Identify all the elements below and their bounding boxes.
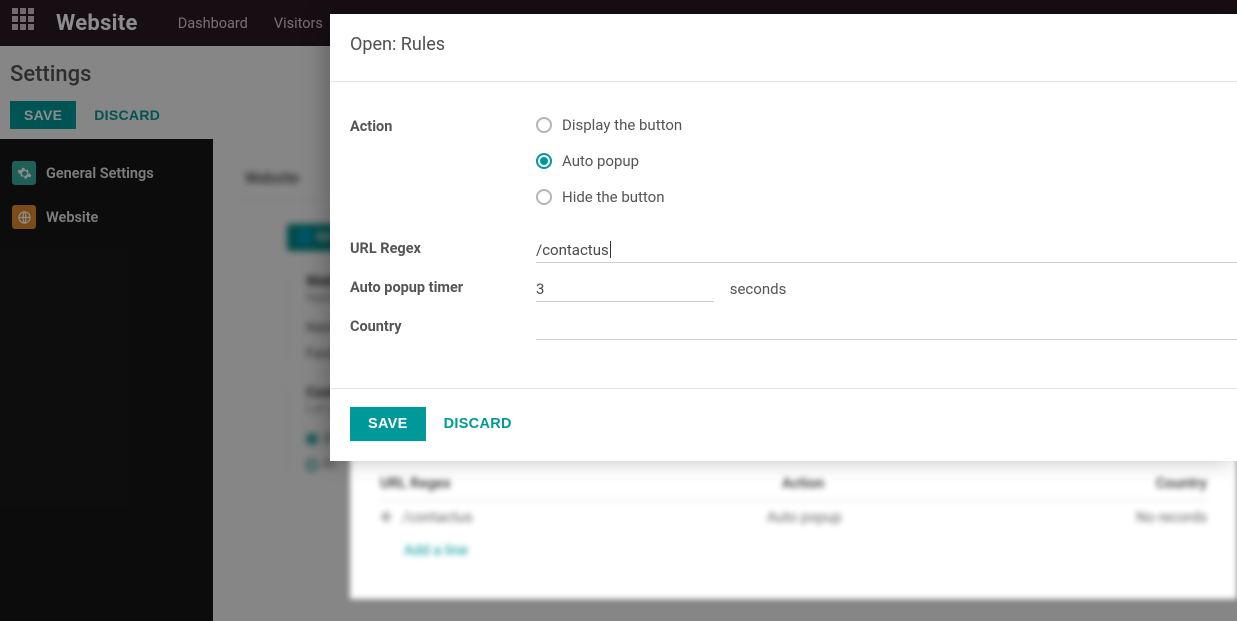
modal-save-button[interactable]: SAVE	[350, 407, 426, 441]
cell-url: /contactus	[402, 509, 472, 526]
rules-table-fragment: URL Regex Action Country ✥ /contactus Aut…	[350, 455, 1237, 599]
action-option-display[interactable]: Display the button	[536, 116, 1237, 134]
action-option-auto-popup[interactable]: Auto popup	[536, 152, 1237, 170]
option-text: Auto popup	[562, 152, 639, 170]
action-label: Action	[350, 116, 536, 135]
timer-suffix: seconds	[730, 280, 787, 298]
cell-action: Auto popup	[767, 509, 842, 526]
url-regex-label: URL Regex	[350, 238, 536, 257]
col-header: Country	[1156, 475, 1207, 492]
col-header: Action	[782, 475, 824, 492]
url-regex-input[interactable]: /contactus	[536, 238, 1237, 263]
country-label: Country	[350, 316, 536, 335]
radio-icon[interactable]	[536, 189, 552, 205]
radio-icon[interactable]	[536, 153, 552, 169]
option-text: Display the button	[562, 116, 682, 134]
timer-label: Auto popup timer	[350, 277, 536, 296]
option-text: Hide the button	[562, 188, 665, 206]
radio-icon[interactable]	[536, 117, 552, 133]
cell-country: No records	[1136, 509, 1207, 526]
action-option-hide[interactable]: Hide the button	[536, 188, 1237, 206]
timer-input[interactable]	[536, 277, 714, 302]
drag-handle-icon[interactable]: ✥	[380, 509, 392, 526]
table-row[interactable]: ✥ /contactus Auto popup No records	[380, 501, 1207, 534]
add-line-link[interactable]: Add a line	[380, 534, 1207, 559]
rules-modal: Open: Rules Action Display the button Au…	[330, 14, 1237, 461]
col-header: URL Regex	[380, 475, 451, 492]
country-input[interactable]	[536, 316, 1237, 340]
modal-discard-button[interactable]: DISCARD	[434, 407, 522, 441]
modal-title: Open: Rules	[330, 14, 1237, 82]
